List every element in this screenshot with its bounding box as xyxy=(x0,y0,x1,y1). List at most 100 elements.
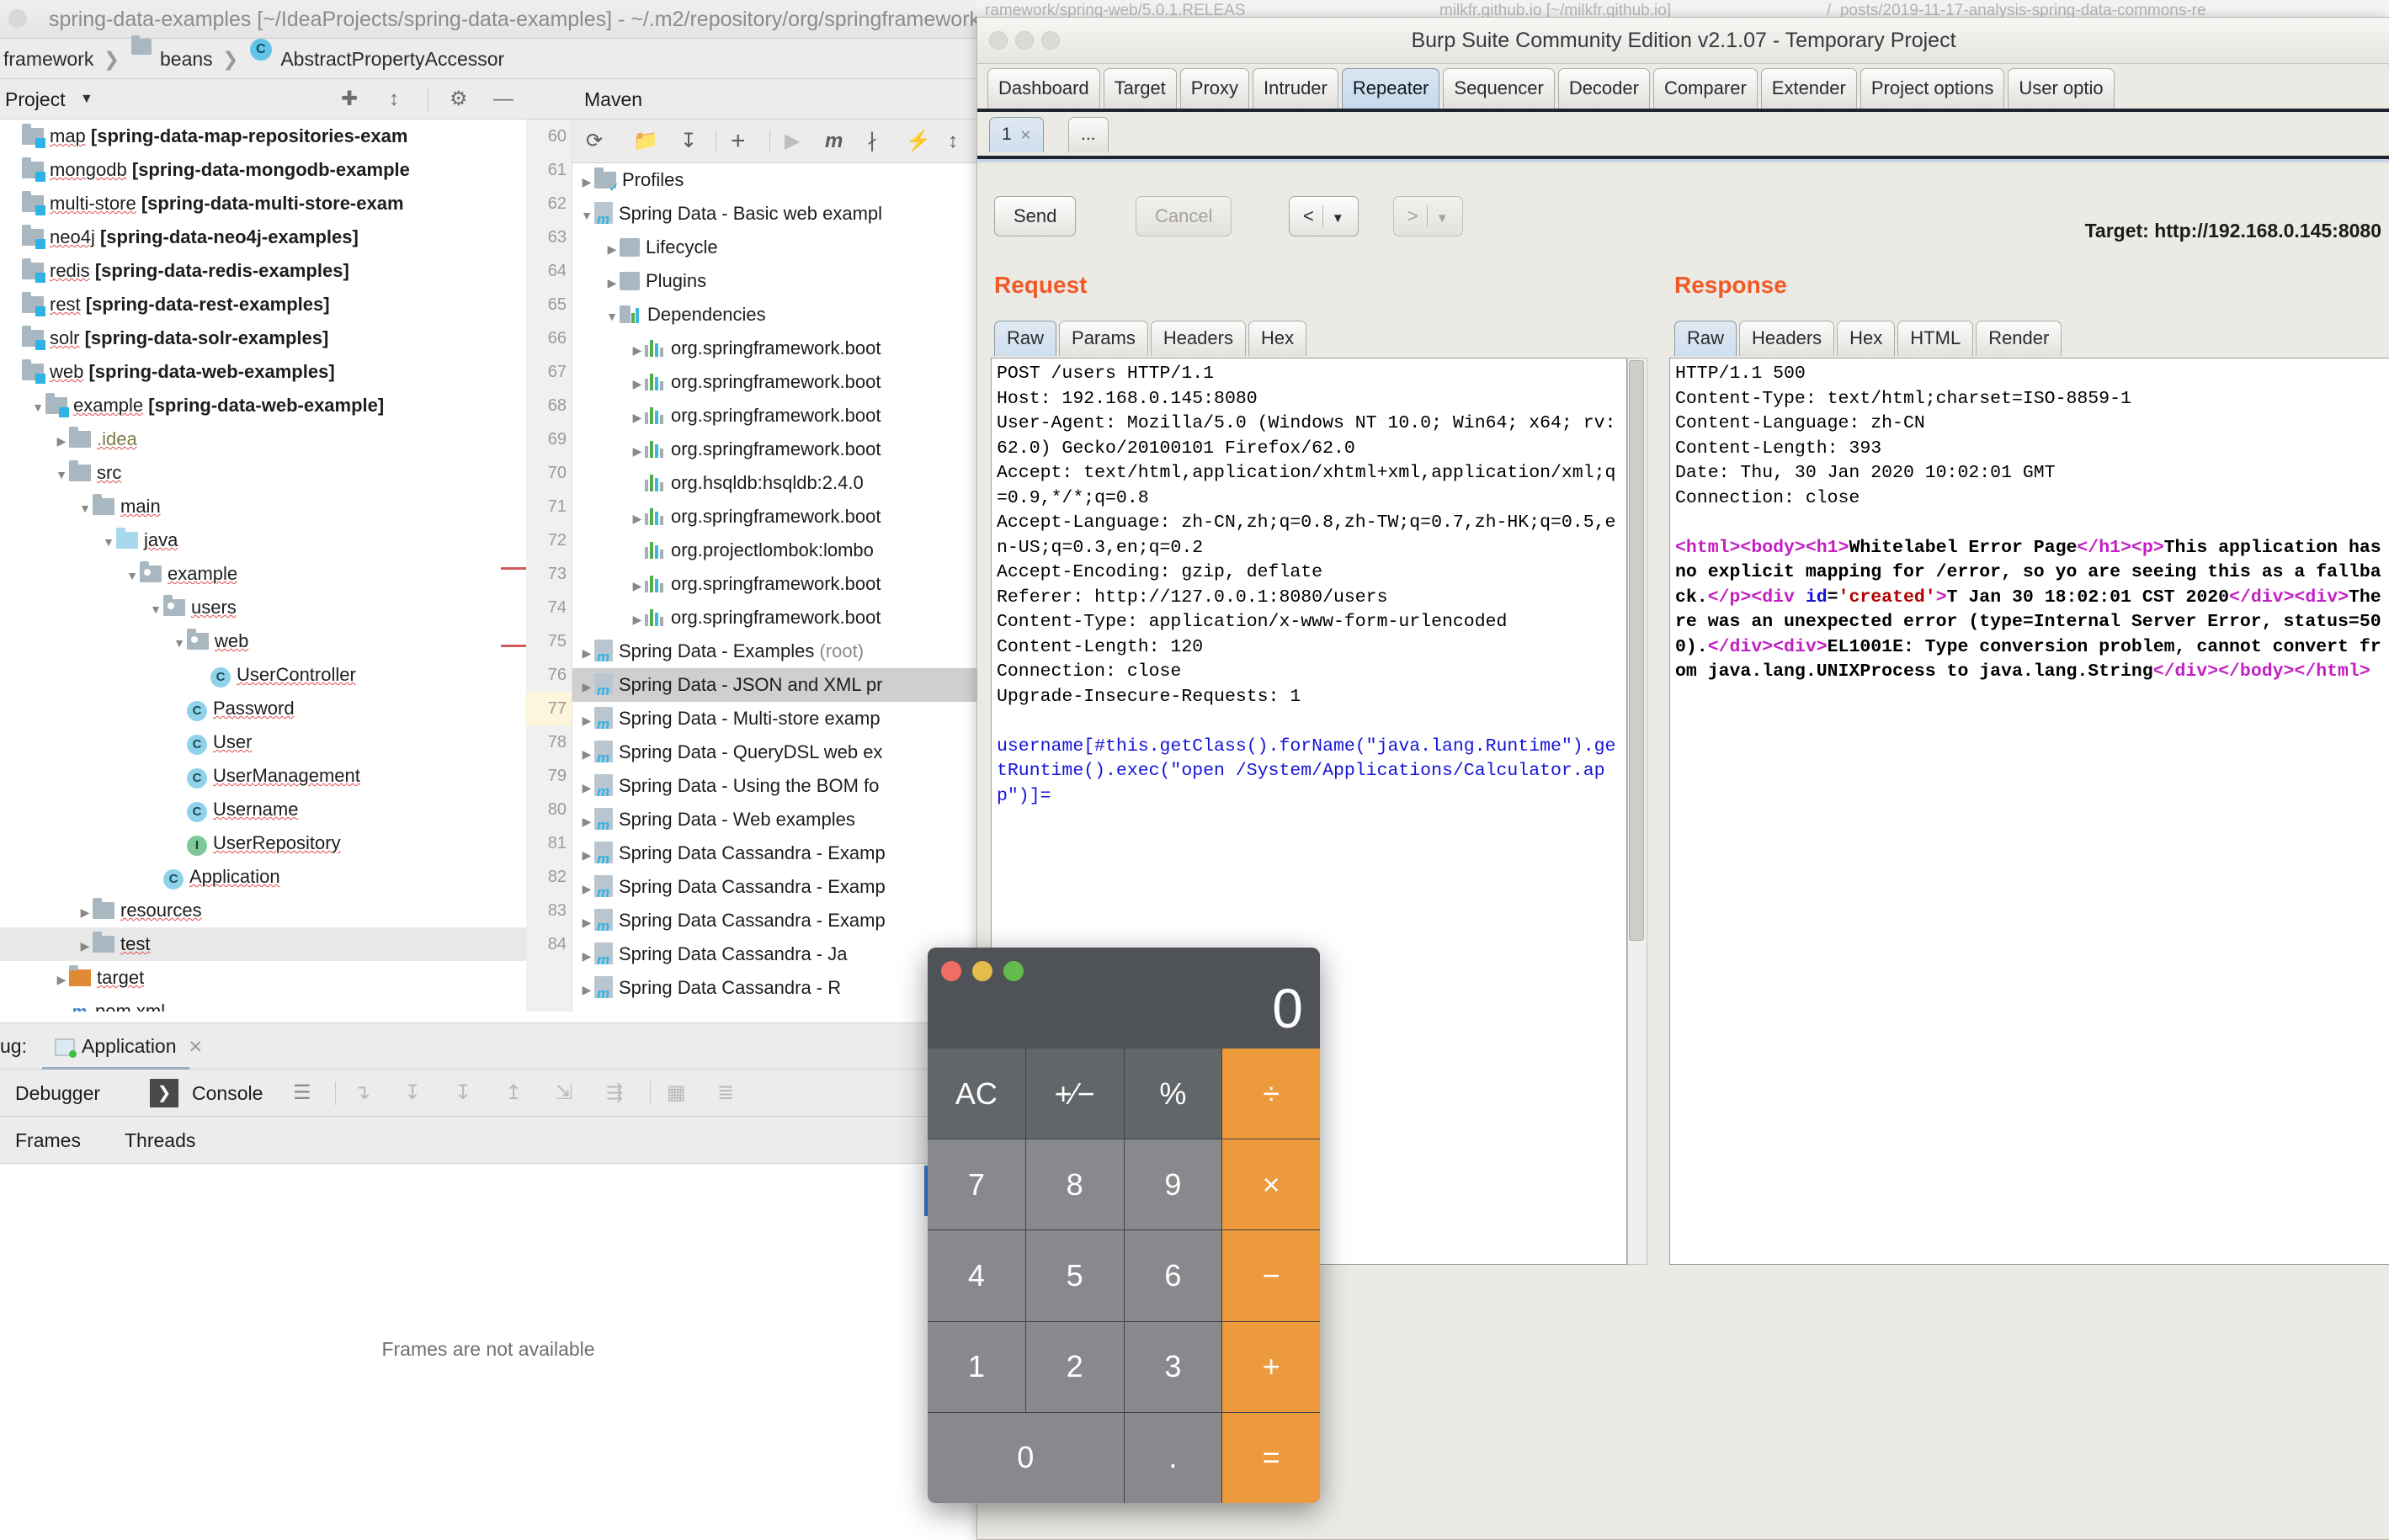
project-tree-item[interactable]: C UserManagement xyxy=(0,759,526,793)
close-icon[interactable]: ✕ xyxy=(1020,129,1031,143)
tab-frames[interactable]: Frames xyxy=(15,1117,81,1164)
burp-tab-decoder[interactable]: Decoder xyxy=(1557,68,1650,109)
response-tab-headers[interactable]: Headers xyxy=(1739,321,1835,356)
toggle-auto-import-icon[interactable]: ⚡ xyxy=(906,119,931,163)
chevron-down-icon[interactable]: ▼ xyxy=(54,458,69,491)
project-tree-item[interactable]: m pom.xml xyxy=(0,995,526,1012)
add-icon[interactable]: + xyxy=(731,119,746,163)
chevron-right-icon[interactable]: ▶ xyxy=(630,434,645,468)
maven-tree-item[interactable]: ▶ Spring Data Cassandra - R xyxy=(572,971,985,1005)
forward-button[interactable]: > ▼ xyxy=(1393,196,1463,236)
chevron-right-icon[interactable]: ▶ xyxy=(630,401,645,434)
burp-tab-extender[interactable]: Extender xyxy=(1760,68,1857,109)
chevron-right-icon[interactable]: ▶ xyxy=(77,929,93,963)
breadcrumb-item-class[interactable]: AbstractPropertyAccessor xyxy=(280,39,504,79)
maven-projects-tree[interactable]: ▶ Profiles ▼ Spring Data - Basic web exampl… xyxy=(572,163,985,1012)
download-sources-icon[interactable]: ↧ xyxy=(680,119,697,163)
maven-tree-item[interactable]: ▶ org.springframework.boot xyxy=(572,433,985,466)
locate-target-icon[interactable]: ✚ xyxy=(341,79,358,119)
calculator-key-+[interactable]: + xyxy=(1222,1321,1320,1412)
chevron-right-icon[interactable]: ▶ xyxy=(579,939,594,973)
calculator-key-AC[interactable]: AC xyxy=(928,1049,1025,1139)
project-tree-item[interactable]: ▼ main xyxy=(0,490,526,523)
calculator-key-6[interactable]: 6 xyxy=(1124,1230,1222,1321)
chevron-right-icon[interactable]: ▶ xyxy=(579,704,594,737)
maven-tree-item[interactable]: ▶ Profiles xyxy=(572,163,985,197)
burp-tab-proxy[interactable]: Proxy xyxy=(1179,68,1250,109)
toggle-offline-icon[interactable]: ∤ xyxy=(867,119,877,163)
calculator-key-−[interactable]: − xyxy=(1222,1230,1320,1321)
chevron-right-icon[interactable]: ▶ xyxy=(579,973,594,1006)
tab-console[interactable]: Console xyxy=(192,1070,263,1117)
repeater-tab-add[interactable]: ... xyxy=(1068,117,1109,152)
reimport-icon[interactable]: ⟳ xyxy=(586,119,603,163)
project-tree-item[interactable]: C Application xyxy=(0,860,526,894)
burp-tab-user-optio[interactable]: User optio xyxy=(2008,68,2115,109)
tab-debugger[interactable]: Debugger xyxy=(15,1070,100,1117)
maven-tree-item[interactable]: ▶ Spring Data Cassandra - Ja xyxy=(572,937,985,971)
breadcrumb-item-framework[interactable]: framework xyxy=(3,39,93,79)
scrollbar-thumb[interactable] xyxy=(1629,360,1644,941)
response-editor[interactable]: HTTP/1.1 500 Content-Type: text/html;cha… xyxy=(1669,358,2389,1265)
chevron-right-icon[interactable]: ▶ xyxy=(604,232,620,266)
chevron-right-icon[interactable]: ▶ xyxy=(579,636,594,670)
calculator-key-=[interactable]: = xyxy=(1222,1412,1320,1503)
chevron-right-icon[interactable]: ▶ xyxy=(579,872,594,905)
run-maven-goal-icon[interactable]: ▶ xyxy=(785,119,800,163)
calculator-key-×[interactable]: × xyxy=(1222,1139,1320,1230)
project-tree-item[interactable]: C User xyxy=(0,725,526,759)
chevron-right-icon[interactable]: ▶ xyxy=(579,165,594,199)
back-button[interactable]: < ▼ xyxy=(1289,196,1359,236)
project-tree-item[interactable]: web [spring-data-web-examples] xyxy=(0,355,526,389)
chevron-down-icon[interactable]: ▼ xyxy=(148,592,163,626)
project-tree-item[interactable]: ▶ target xyxy=(0,961,526,995)
execute-maven-goal-icon[interactable]: m xyxy=(825,119,843,163)
project-tree-item[interactable]: C UserController xyxy=(0,658,526,692)
chevron-right-icon[interactable]: ▶ xyxy=(579,905,594,939)
project-tree-item[interactable]: ▶ test xyxy=(0,927,526,961)
chevron-down-icon[interactable]: ▼ xyxy=(80,79,93,119)
project-tree-item[interactable]: mongodb [spring-data-mongodb-example xyxy=(0,153,526,187)
maven-tree-item[interactable]: org.hsqldb:hsqldb:2.4.0 xyxy=(572,466,985,500)
project-tree-item[interactable]: C Username xyxy=(0,793,526,826)
step-into-icon[interactable]: ↧ xyxy=(404,1070,421,1117)
chevron-down-icon[interactable]: ▼ xyxy=(77,491,93,525)
send-button[interactable]: Send xyxy=(994,196,1077,236)
chevron-right-icon[interactable]: ▶ xyxy=(630,603,645,636)
project-tree-item[interactable]: ▼ users xyxy=(0,591,526,624)
maven-tree-item[interactable]: ▶ org.springframework.boot xyxy=(572,567,985,601)
chevron-right-icon[interactable]: ▶ xyxy=(630,367,645,401)
burp-tab-target[interactable]: Target xyxy=(1103,68,1177,109)
run-to-cursor-icon[interactable]: ⇶ xyxy=(606,1070,623,1117)
request-tab-hex[interactable]: Hex xyxy=(1248,321,1307,356)
burp-tab-sequencer[interactable]: Sequencer xyxy=(1443,68,1555,109)
project-tree[interactable]: map [spring-data-map-repositories-exam mo… xyxy=(0,119,526,1012)
chevron-down-icon[interactable]: ▼ xyxy=(579,199,594,232)
calculator-key-0[interactable]: 0 xyxy=(928,1412,1124,1503)
maven-tree-item[interactable]: ▶ org.springframework.boot xyxy=(572,332,985,365)
project-tree-item[interactable]: ▼ example [spring-data-web-example] xyxy=(0,389,526,422)
calculator-key-2[interactable]: 2 xyxy=(1025,1321,1124,1412)
burp-tab-comparer[interactable]: Comparer xyxy=(1652,68,1758,109)
step-over-icon[interactable]: ↴ xyxy=(354,1070,370,1117)
calculator-key-%[interactable]: % xyxy=(1124,1049,1222,1139)
chevron-down-icon[interactable]: ▼ xyxy=(30,390,45,424)
response-tab-html[interactable]: HTML xyxy=(1897,321,1974,356)
project-tree-item[interactable]: ▼ web xyxy=(0,624,526,658)
chevron-right-icon[interactable]: ▶ xyxy=(604,266,620,300)
maven-tree-item[interactable]: ▶ Spring Data - Using the BOM fo xyxy=(572,769,985,803)
close-icon[interactable] xyxy=(8,9,27,28)
project-tree-item[interactable]: ▼ src xyxy=(0,456,526,490)
request-tab-raw[interactable]: Raw xyxy=(994,321,1057,356)
tab-threads[interactable]: Threads xyxy=(125,1117,195,1164)
chevron-right-icon[interactable]: ▶ xyxy=(630,333,645,367)
response-tab-render[interactable]: Render xyxy=(1976,321,2062,356)
layout-icon[interactable]: ☰ xyxy=(293,1070,311,1117)
project-tree-item[interactable]: ▶ resources xyxy=(0,894,526,927)
maven-tree-item[interactable]: ▶ Spring Data Cassandra - Examp xyxy=(572,904,985,937)
burp-tab-dashboard[interactable]: Dashboard xyxy=(987,68,1100,109)
project-tree-item[interactable]: ▼ java xyxy=(0,523,526,557)
project-tree-item[interactable]: map [spring-data-map-repositories-exam xyxy=(0,119,526,153)
burp-main-tabs[interactable]: Dashboard Target Proxy Intruder Repeater Sequ… xyxy=(977,65,2389,110)
calculator-key-1[interactable]: 1 xyxy=(928,1321,1025,1412)
